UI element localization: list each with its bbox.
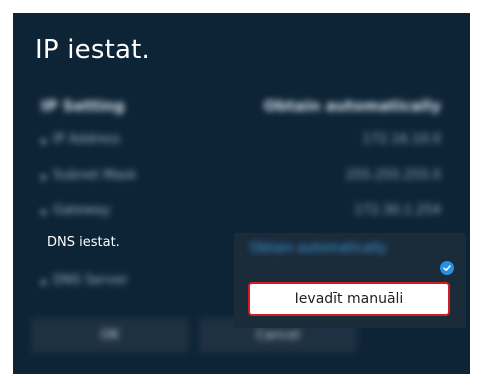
subnet-mask-row: Subnet Mask 255.255.255.0 <box>41 168 441 188</box>
ip-setting-value: Obtain automatically <box>263 97 441 115</box>
dns-server-row: DNS Server <box>41 273 231 293</box>
bullet-icon <box>41 139 46 144</box>
dns-options-popup: Obtain automatically Ievadīt manuāli <box>234 233 466 328</box>
ip-address-value: 172.16.10.0 <box>362 132 441 147</box>
ip-setting-label: IP Setting <box>41 97 125 115</box>
subnet-mask-label: Subnet Mask <box>53 168 137 183</box>
ip-settings-panel: IP iestat. IP Setting Obtain automatical… <box>13 13 470 374</box>
gateway-value: 172.30.1.254 <box>354 203 441 218</box>
bullet-icon <box>41 280 46 285</box>
bullet-icon <box>41 175 46 180</box>
gateway-row: Gateway 172.30.1.254 <box>41 203 441 223</box>
subnet-mask-value: 255.255.255.0 <box>345 168 441 183</box>
dns-settings-label: DNS iestat. <box>47 235 120 250</box>
ip-setting-row: IP Setting Obtain automatically <box>41 97 441 117</box>
check-icon <box>440 261 454 275</box>
ip-address-row: IP Address 172.16.10.0 <box>41 132 441 152</box>
page-title: IP iestat. <box>35 35 150 65</box>
dns-server-label: DNS Server <box>53 273 128 288</box>
gateway-label: Gateway <box>53 203 111 218</box>
ok-button[interactable]: OK <box>31 318 189 353</box>
bullet-icon <box>41 210 46 215</box>
dns-option-manual-button[interactable]: Ievadīt manuāli <box>248 282 450 316</box>
ip-address-label: IP Address <box>53 132 121 147</box>
dns-option-automatic[interactable]: Obtain automatically <box>250 241 420 261</box>
